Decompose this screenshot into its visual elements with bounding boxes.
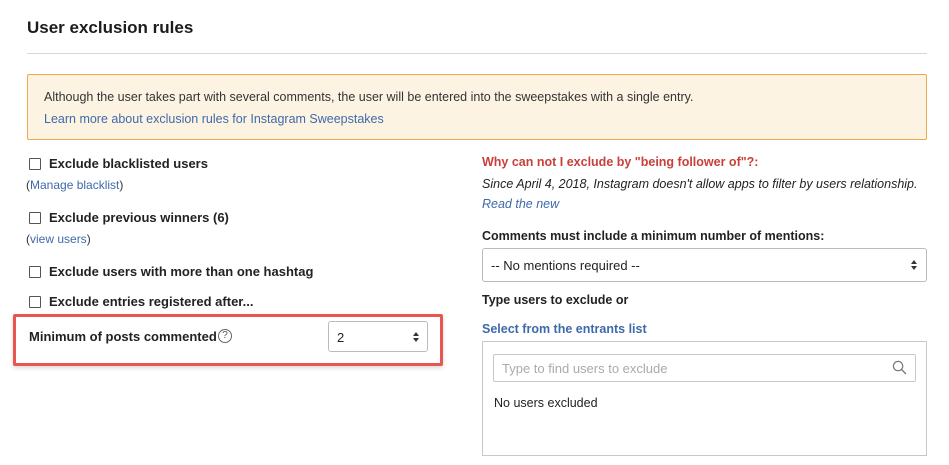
notice-text: Although the user takes part with severa… — [44, 90, 694, 104]
user-search-box[interactable] — [493, 354, 916, 382]
mentions-value: -- No mentions required -- — [491, 258, 640, 273]
why-not-follower-text: Since April 4, 2018, Instagram doesn't a… — [482, 177, 918, 191]
view-users-link[interactable]: view users — [30, 232, 87, 246]
type-users-label: Type users to exclude or — [482, 293, 629, 307]
manage-blacklist-link[interactable]: Manage blacklist — [30, 178, 119, 192]
mentions-label: Comments must include a minimum number o… — [482, 229, 825, 243]
read-the-new-link[interactable]: Read the new — [482, 197, 559, 211]
min-posts-highlight: Minimum of posts commented ? 2 — [13, 314, 443, 366]
exclude-blacklisted-label: Exclude blacklisted users — [49, 156, 208, 171]
exclude-blacklisted-checkbox[interactable] — [29, 157, 41, 170]
help-circle-icon[interactable]: ? — [218, 329, 232, 343]
min-posts-value: 2 — [337, 330, 345, 345]
exclude-blacklisted-row[interactable]: Exclude blacklisted users — [29, 156, 208, 171]
exclude-after-checkbox[interactable] — [29, 295, 41, 308]
exclude-hashtag-row[interactable]: Exclude users with more than one hashtag — [29, 264, 313, 279]
info-notice: Although the user takes part with severa… — [27, 74, 927, 140]
page-title: User exclusion rules — [27, 18, 194, 37]
exclude-after-row[interactable]: Exclude entries registered after... — [29, 294, 253, 309]
no-users-text: No users excluded — [494, 396, 598, 410]
winners-sub: (view users) — [26, 232, 91, 246]
blacklist-sub: (Manage blacklist) — [26, 178, 123, 192]
excluded-users-box: No users excluded — [482, 341, 927, 456]
paren-close: ) — [119, 178, 124, 192]
exclude-winners-label: Exclude previous winners (6) — [49, 210, 229, 225]
exclude-winners-row[interactable]: Exclude previous winners (6) — [29, 210, 229, 225]
exclude-hashtag-label: Exclude users with more than one hashtag — [49, 264, 314, 279]
updown-arrows-icon — [413, 332, 420, 342]
search-icon[interactable] — [892, 360, 907, 375]
updown-arrows-icon — [911, 260, 918, 270]
title-divider — [27, 53, 927, 54]
exclusion-rules-link[interactable]: Learn more about exclusion rules for Ins… — [44, 112, 384, 126]
min-posts-label: Minimum of posts commented — [29, 329, 217, 344]
exclude-after-label: Exclude entries registered after... — [49, 294, 254, 309]
paren-close: ) — [86, 232, 91, 246]
mentions-select[interactable]: -- No mentions required -- — [482, 248, 927, 282]
min-posts-select[interactable]: 2 — [328, 321, 428, 352]
exclude-winners-checkbox[interactable] — [29, 211, 41, 224]
why-not-follower-title: Why can not I exclude by "being follower… — [482, 155, 759, 169]
select-entrants-link[interactable]: Select from the entrants list — [482, 322, 647, 336]
user-search-input[interactable] — [494, 355, 884, 381]
exclude-hashtag-checkbox[interactable] — [29, 265, 41, 278]
